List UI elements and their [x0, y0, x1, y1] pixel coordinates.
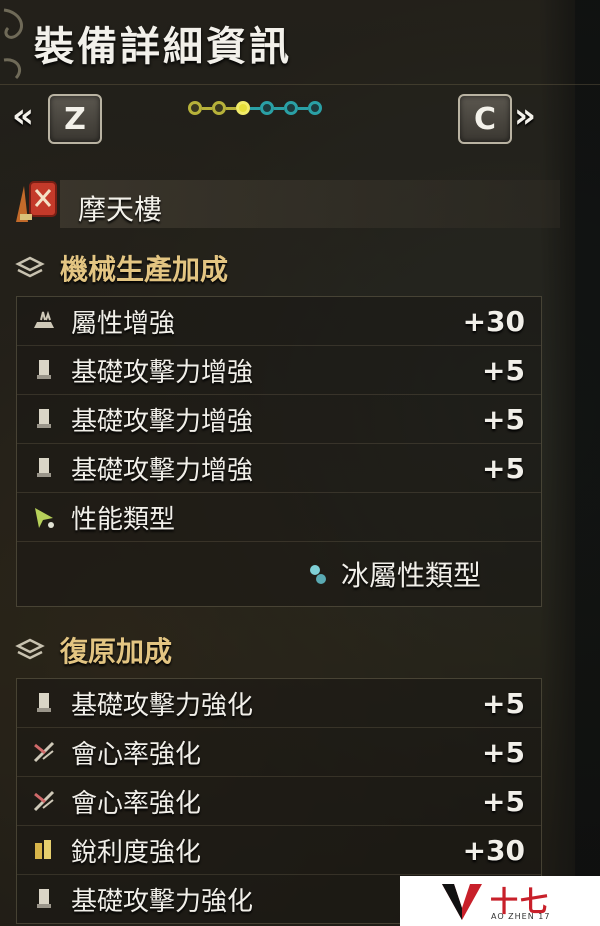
bonus-value: +5: [482, 353, 525, 387]
bonus-value: +5: [482, 784, 525, 818]
bonus-value: +5: [482, 402, 525, 436]
attack-boost-icon: [27, 455, 61, 481]
attack-boost-icon: [27, 690, 61, 716]
weapon-name: 摩天樓: [78, 193, 163, 226]
bonus-name: 屬性增強: [71, 308, 176, 339]
bonus-value: +5: [482, 686, 525, 720]
page-dot-link: [226, 106, 236, 110]
affinity-boost-icon: [27, 739, 61, 765]
section-header-machine-bonus: 機械生產加成: [14, 246, 574, 290]
page-dot[interactable]: [188, 101, 202, 115]
bonus-value: +5: [482, 451, 525, 485]
list-item[interactable]: 基礎攻擊力增強 +5: [17, 395, 541, 444]
sharpness-boost-icon: [27, 837, 61, 863]
element-type-name: 冰屬性類型: [340, 559, 481, 592]
page-title: 裝備詳細資訊: [34, 24, 292, 70]
attack-boost-icon: [27, 357, 61, 383]
element-boost-icon: [27, 308, 61, 334]
list-item[interactable]: 會心率強化 +5: [17, 777, 541, 826]
bonus-value: +5: [482, 735, 525, 769]
bonus-name: 銳利度強化: [71, 837, 202, 868]
weapon-header: 摩天樓: [0, 170, 575, 234]
ice-element-icon: [301, 561, 335, 587]
page-dot-link: [274, 106, 284, 110]
section-title: 機械生產加成: [60, 253, 229, 286]
list-item[interactable]: 會心率強化 +5: [17, 728, 541, 777]
list-item[interactable]: 屬性增強 +30: [17, 297, 541, 346]
watermark-logo: 十七 AO ZHEN 17: [400, 876, 600, 926]
list-item[interactable]: 基礎攻擊力強化 +5: [17, 679, 541, 728]
next-arrow-icon[interactable]: »: [514, 96, 536, 136]
list-item[interactable]: 銳利度強化 +30: [17, 826, 541, 875]
layers-icon: [15, 256, 45, 278]
bonus-name: 會心率強化: [71, 739, 202, 770]
prev-page-key[interactable]: Z: [48, 94, 102, 144]
logo-subtext: AO ZHEN 17: [491, 912, 551, 921]
weapon-icon: [16, 181, 57, 222]
machine-bonus-list: 屬性增強 +30 基礎攻擊力增強 +5 基礎攻擊力增強 +5 基礎攻擊力增強 +…: [16, 296, 542, 607]
logo-mark-icon: [442, 884, 482, 920]
affinity-boost-icon: [27, 788, 61, 814]
list-item[interactable]: 性能類型: [17, 493, 541, 542]
page-dot[interactable]: [284, 101, 298, 115]
section-header-restore-bonus: 復原加成: [14, 628, 574, 672]
performance-type-icon: [27, 504, 61, 530]
bonus-name: 基礎攻擊力強化: [71, 690, 254, 721]
bonus-name: 基礎攻擊力增強: [71, 357, 254, 388]
next-page-key[interactable]: C: [458, 94, 512, 144]
list-item-subtype[interactable]: 冰屬性類型: [17, 542, 541, 606]
bonus-name: 基礎攻擊力增強: [71, 406, 254, 437]
attack-boost-icon: [27, 886, 61, 912]
page-dot-active[interactable]: [236, 101, 250, 115]
section-title: 復原加成: [60, 635, 173, 668]
attack-boost-icon: [27, 406, 61, 432]
list-item[interactable]: 基礎攻擊力增強 +5: [17, 346, 541, 395]
bonus-value: +30: [462, 833, 525, 867]
title-bar: 裝備詳細資訊: [0, 0, 600, 85]
page-dot[interactable]: [260, 101, 274, 115]
page-dot-link: [298, 106, 308, 110]
bonus-name: 基礎攻擊力增強: [71, 455, 254, 486]
bonus-value: +30: [462, 304, 525, 338]
list-item[interactable]: 基礎攻擊力增強 +5: [17, 444, 541, 493]
layers-icon: [15, 638, 45, 660]
page-dot-link: [250, 106, 260, 110]
page-dot[interactable]: [308, 101, 322, 115]
page-dot-link: [202, 106, 212, 110]
page-dot[interactable]: [212, 101, 226, 115]
bonus-name: 性能類型: [71, 504, 176, 535]
page-indicator: [188, 101, 322, 115]
prev-arrow-icon[interactable]: «: [12, 96, 34, 136]
bonus-name: 會心率強化: [71, 788, 202, 819]
